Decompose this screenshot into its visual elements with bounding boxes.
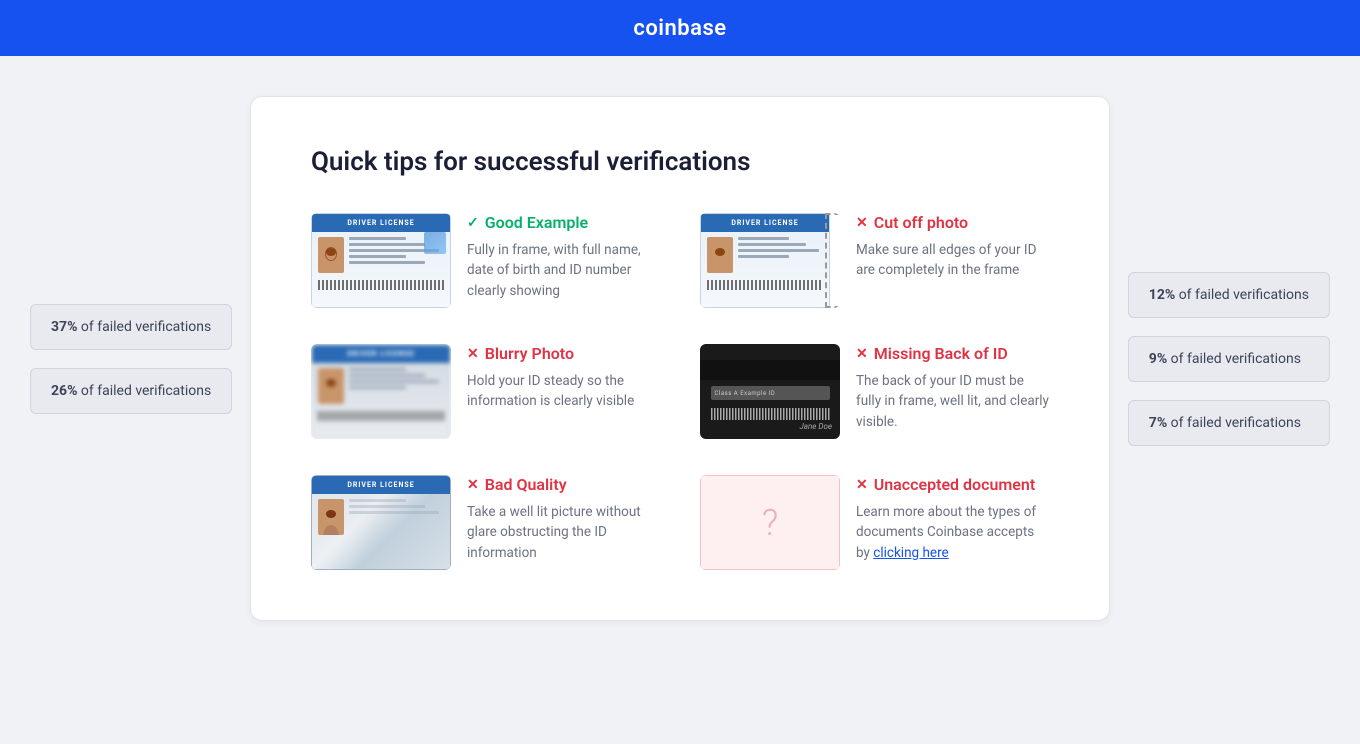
stat-badge-37: 37% of failed verifications bbox=[30, 304, 232, 350]
bad-icon-cutoff: ✕ bbox=[856, 215, 868, 231]
tip-bad-quality: DRIVER LICENSE bbox=[311, 475, 660, 570]
tip-title-badquality: ✕ Bad Quality bbox=[467, 475, 660, 494]
stat-value-12: 12% bbox=[1149, 287, 1175, 303]
tip-content-unaccepted: ✕ Unaccepted document Learn more about t… bbox=[856, 475, 1049, 563]
tip-title-unaccepted: ✕ Unaccepted document bbox=[856, 475, 1049, 494]
stat-value-26: 26% bbox=[51, 383, 77, 399]
tip-image-back: Class A Example ID Jane Doe bbox=[700, 344, 840, 439]
tip-image-good: DRIVER LICENSE bbox=[311, 213, 451, 308]
tip-desc-unaccepted: Learn more about the types of documents … bbox=[856, 502, 1049, 563]
tip-good-example: DRIVER LICENSE bbox=[311, 213, 660, 308]
tip-content-blurry: ✕ Blurry Photo Hold your ID steady so th… bbox=[467, 344, 660, 412]
tip-desc-blurry: Hold your ID steady so the information i… bbox=[467, 371, 660, 412]
stat-label-37: of failed verifications bbox=[81, 319, 211, 335]
stat-badge-26: 26% of failed verifications bbox=[30, 368, 232, 414]
tip-title-text-back: Missing Back of ID bbox=[874, 344, 1008, 363]
question-mark-icon: ? bbox=[762, 502, 778, 544]
tip-title-back: ✕ Missing Back of ID bbox=[856, 344, 1049, 363]
tip-title-text-blurry: Blurry Photo bbox=[485, 344, 574, 363]
tip-title-text-cutoff: Cut off photo bbox=[874, 213, 968, 232]
id-header-bad: DRIVER LICENSE bbox=[347, 481, 414, 489]
tip-title-text-unaccepted: Unaccepted document bbox=[874, 475, 1035, 494]
tip-title-cutoff: ✕ Cut off photo bbox=[856, 213, 1049, 232]
stat-badge-7: 7% of failed verifications bbox=[1128, 400, 1330, 446]
tip-desc-cutoff: Make sure all edges of your ID are compl… bbox=[856, 240, 1049, 281]
tip-content-good: ✓ Good Example Fully in frame, with full… bbox=[467, 213, 660, 301]
tip-desc-back: The back of your ID must be fully in fra… bbox=[856, 371, 1049, 432]
tip-title-text-good: Good Example bbox=[485, 213, 588, 232]
clicking-here-link[interactable]: clicking here bbox=[873, 545, 948, 561]
stat-label-9: of failed verifications bbox=[1171, 351, 1301, 367]
stat-badge-12: 12% of failed verifications bbox=[1128, 272, 1330, 318]
right-stats-panel: 12% of failed verifications 9% of failed… bbox=[1128, 272, 1330, 446]
tip-cutoff: DRIVER LICENSE bbox=[700, 213, 1049, 308]
tip-desc-good: Fully in frame, with full name, date of … bbox=[467, 240, 660, 301]
stat-value-37: 37% bbox=[51, 319, 77, 335]
id-header-cutoff: DRIVER LICENSE bbox=[731, 219, 798, 227]
stat-label-7: of failed verifications bbox=[1171, 415, 1301, 431]
tip-image-cutoff: DRIVER LICENSE bbox=[700, 213, 840, 308]
stat-badge-9: 9% of failed verifications bbox=[1128, 336, 1330, 382]
left-stats-panel: 37% of failed verifications 26% of faile… bbox=[30, 304, 232, 414]
stat-label-12: of failed verifications bbox=[1179, 287, 1309, 303]
tip-desc-badquality: Take a well lit picture without glare ob… bbox=[467, 502, 660, 563]
tip-title-good: ✓ Good Example bbox=[467, 213, 660, 232]
tips-grid: DRIVER LICENSE bbox=[311, 213, 1049, 570]
tip-image-blurry: DRIVER LICENSE bbox=[311, 344, 451, 439]
stat-value-7: 7% bbox=[1149, 415, 1167, 431]
tip-title-blurry: ✕ Blurry Photo bbox=[467, 344, 660, 363]
tip-missing-back: Class A Example ID Jane Doe ✕ Missing Ba… bbox=[700, 344, 1049, 439]
bad-icon-blurry: ✕ bbox=[467, 346, 479, 362]
good-icon: ✓ bbox=[467, 215, 479, 231]
coinbase-logo: coinbase bbox=[633, 16, 726, 41]
main-content: 37% of failed verifications 26% of faile… bbox=[0, 56, 1360, 661]
tip-content-back: ✕ Missing Back of ID The back of your ID… bbox=[856, 344, 1049, 432]
bad-icon-back: ✕ bbox=[856, 346, 868, 362]
tip-title-text-badquality: Bad Quality bbox=[485, 475, 567, 494]
tip-image-badquality: DRIVER LICENSE bbox=[311, 475, 451, 570]
tip-content-badquality: ✕ Bad Quality Take a well lit picture wi… bbox=[467, 475, 660, 563]
stat-value-9: 9% bbox=[1149, 351, 1167, 367]
tip-unaccepted: ? ✕ Unaccepted document Learn more about… bbox=[700, 475, 1049, 570]
id-header-label: DRIVER LICENSE bbox=[347, 219, 414, 227]
id-header-blurry: DRIVER LICENSE bbox=[347, 350, 414, 358]
bad-icon-unaccepted: ✕ bbox=[856, 477, 868, 493]
tip-content-cutoff: ✕ Cut off photo Make sure all edges of y… bbox=[856, 213, 1049, 281]
bad-icon-badquality: ✕ bbox=[467, 477, 479, 493]
tips-card: Quick tips for successful verifications … bbox=[250, 96, 1110, 621]
stat-label-26: of failed verifications bbox=[81, 383, 211, 399]
tip-image-unaccepted: ? bbox=[700, 475, 840, 570]
page-title: Quick tips for successful verifications bbox=[311, 147, 1049, 177]
tip-blurry: DRIVER LICENSE bbox=[311, 344, 660, 439]
app-header: coinbase bbox=[0, 0, 1360, 56]
